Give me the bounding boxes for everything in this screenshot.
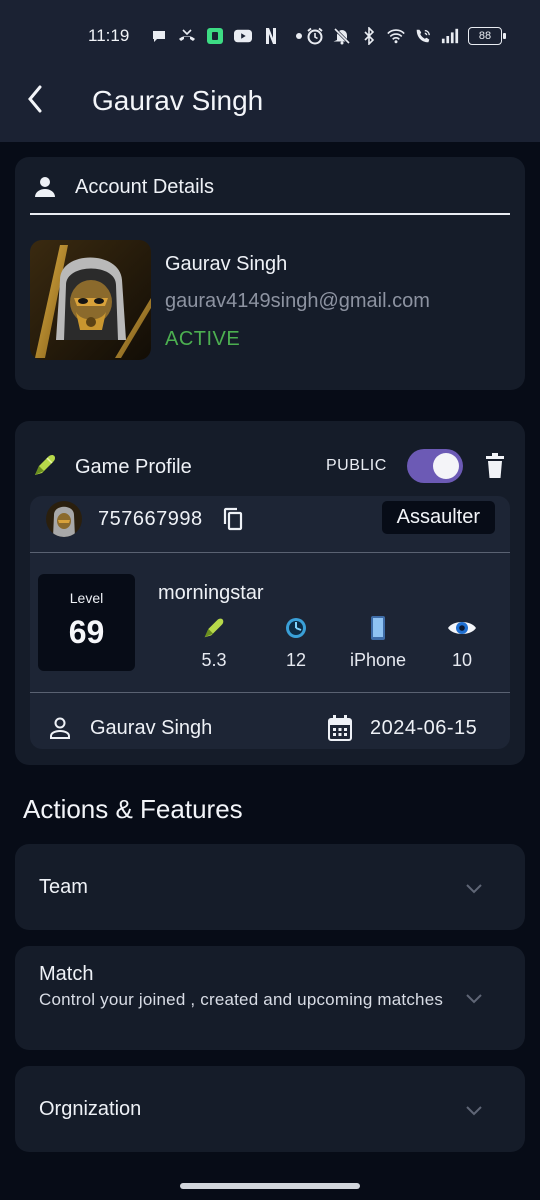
expander-title: Team bbox=[39, 876, 88, 898]
stat-value: 10 bbox=[451, 650, 473, 670]
alarm-icon bbox=[306, 27, 324, 45]
stat-kd: 5.3 bbox=[174, 614, 254, 671]
avatar[interactable] bbox=[30, 240, 151, 360]
profile-date: 2024-06-15 bbox=[370, 717, 478, 739]
back-button[interactable] bbox=[20, 84, 50, 114]
stat-device: iPhone bbox=[338, 614, 418, 671]
page-title: Gaurav Singh bbox=[92, 85, 264, 116]
stat-timer: 12 bbox=[256, 614, 336, 671]
game-id: 757667998 bbox=[98, 508, 203, 530]
copy-icon[interactable] bbox=[222, 507, 244, 531]
game-profile-card: Game Profile PUBLIC 757667998 Assaulter … bbox=[15, 421, 525, 765]
youtube-icon bbox=[234, 27, 252, 45]
phone-icon bbox=[338, 614, 418, 642]
calendar-icon bbox=[328, 715, 352, 741]
signal-icon bbox=[441, 27, 459, 45]
user-outline-icon bbox=[48, 716, 72, 740]
chevron-down-icon[interactable] bbox=[465, 882, 483, 894]
expander-title: Match bbox=[39, 963, 94, 985]
chat-bubble-icon bbox=[150, 27, 168, 45]
account-details-header: Account Details bbox=[33, 175, 214, 199]
timer-icon bbox=[256, 614, 336, 642]
status-time: 11:19 bbox=[88, 26, 130, 45]
app-notification-icon bbox=[206, 27, 224, 45]
team-expander[interactable]: Team bbox=[15, 844, 525, 930]
organization-expander[interactable]: Orgnization bbox=[15, 1066, 525, 1152]
netflix-icon bbox=[262, 27, 280, 45]
home-indicator[interactable] bbox=[180, 1183, 360, 1189]
wifi-icon bbox=[387, 27, 405, 45]
role-badge: Assaulter bbox=[381, 501, 495, 534]
account-status: ACTIVE bbox=[165, 328, 241, 350]
toggle-knob bbox=[433, 453, 459, 479]
level-value: 69 bbox=[68, 614, 105, 650]
stat-views: 10 bbox=[422, 614, 502, 671]
expander-title: Orgnization bbox=[39, 1098, 142, 1120]
account-email: gaurav4149singh@gmail.com bbox=[165, 290, 430, 312]
visibility-toggle[interactable] bbox=[407, 449, 463, 483]
bullet-icon bbox=[31, 451, 59, 479]
bluetooth-icon bbox=[360, 27, 378, 45]
account-details-card: Account Details Gaurav Singh gaurav4149s… bbox=[15, 157, 525, 390]
stat-value: iPhone bbox=[349, 650, 407, 670]
level-box: Level 69 bbox=[38, 574, 135, 671]
account-details-title: Account Details bbox=[75, 175, 214, 198]
status-bar: 11:19 88 bbox=[0, 0, 540, 70]
game-avatar bbox=[46, 501, 82, 537]
battery-indicator: 88 bbox=[468, 27, 506, 45]
section-title: Actions & Features bbox=[23, 794, 243, 824]
app-bar: Gaurav Singh bbox=[0, 70, 540, 142]
stat-value: 5.3 bbox=[201, 650, 227, 670]
owner-name: Gaurav Singh bbox=[90, 717, 213, 739]
mute-bell-icon bbox=[333, 27, 351, 45]
visibility-label: PUBLIC bbox=[326, 457, 387, 474]
account-name: Gaurav Singh bbox=[165, 253, 288, 275]
missed-call-icon bbox=[178, 27, 196, 45]
wifi-calling-icon bbox=[414, 27, 432, 45]
expander-subtitle: Control your joined , created and upcomi… bbox=[39, 990, 444, 1009]
divider bbox=[30, 552, 510, 553]
chevron-down-icon[interactable] bbox=[465, 992, 483, 1004]
divider bbox=[30, 692, 510, 693]
trash-icon[interactable] bbox=[483, 453, 507, 479]
eye-icon bbox=[422, 614, 502, 642]
bullet-icon bbox=[174, 614, 254, 642]
system-icons: 88 bbox=[306, 24, 506, 48]
notification-icons bbox=[150, 24, 308, 48]
stat-value: 12 bbox=[285, 650, 307, 670]
back-arrow-icon bbox=[28, 85, 42, 113]
match-expander[interactable]: Match Control your joined , created and … bbox=[15, 946, 525, 1050]
level-label: Level bbox=[69, 590, 104, 606]
header-divider bbox=[30, 213, 510, 215]
in-game-name: morningstar bbox=[158, 582, 264, 604]
chevron-down-icon[interactable] bbox=[465, 1104, 483, 1116]
person-icon bbox=[35, 177, 55, 197]
game-profile-title: Game Profile bbox=[75, 456, 192, 478]
game-profile-details: 757667998 Assaulter Level 69 morningstar… bbox=[30, 496, 510, 749]
